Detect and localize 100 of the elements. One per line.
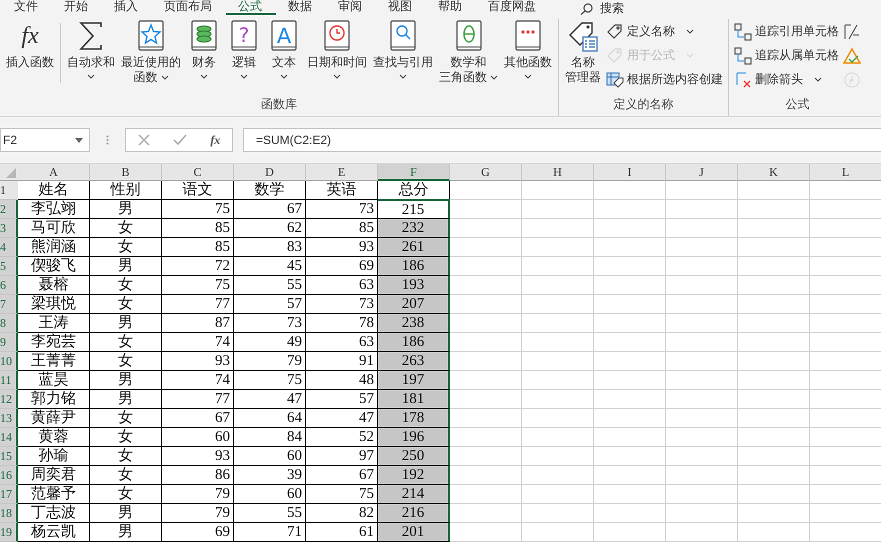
empty-cell[interactable] [666, 200, 738, 219]
column-header[interactable]: F [378, 164, 450, 181]
ribbon-tab[interactable]: 文件 [2, 0, 52, 15]
empty-cell[interactable] [666, 257, 738, 276]
empty-cell[interactable] [738, 466, 810, 485]
empty-cell[interactable] [594, 238, 666, 257]
row-header[interactable]: 12 [0, 390, 18, 409]
column-header[interactable]: I [594, 164, 666, 181]
ribbon-button[interactable]: 数学和 三角函数 [436, 19, 501, 85]
ribbon-tab[interactable]: 公式 [226, 0, 276, 15]
empty-cell[interactable] [666, 333, 738, 352]
empty-cell[interactable] [666, 504, 738, 523]
empty-cell[interactable] [594, 523, 666, 542]
empty-cell[interactable] [594, 485, 666, 504]
row-header[interactable]: 4 [0, 238, 18, 257]
empty-cell[interactable] [666, 428, 738, 447]
column-header[interactable]: E [306, 164, 378, 181]
empty-cell[interactable] [666, 466, 738, 485]
row-header[interactable]: 14 [0, 428, 18, 447]
empty-cell[interactable] [738, 390, 810, 409]
ribbon-button[interactable]: 自动求和 [64, 19, 118, 79]
empty-cell[interactable] [522, 504, 594, 523]
empty-cell[interactable] [666, 276, 738, 295]
column-header[interactable]: H [522, 164, 594, 181]
ribbon-button[interactable]: ? 逻辑 [224, 19, 264, 79]
empty-cell[interactable] [522, 523, 594, 542]
empty-cell[interactable] [594, 371, 666, 390]
empty-cell[interactable] [738, 333, 810, 352]
row-header[interactable]: 19 [0, 523, 18, 542]
ribbon-button[interactable]: 名称 管理器 [562, 19, 604, 85]
ribbon-button[interactable]: 其他函数 [501, 19, 555, 79]
row-header[interactable]: 15 [0, 447, 18, 466]
empty-cell[interactable] [522, 466, 594, 485]
cancel-icon[interactable] [138, 134, 150, 146]
empty-cell[interactable] [738, 257, 810, 276]
ribbon-tab[interactable]: 帮助 [426, 0, 476, 15]
empty-cell[interactable] [522, 447, 594, 466]
empty-cell[interactable] [594, 276, 666, 295]
ribbon-button[interactable]: 最近使用的 函数 [118, 19, 184, 85]
empty-cell[interactable] [738, 371, 810, 390]
empty-cell[interactable] [522, 352, 594, 371]
empty-cell[interactable] [666, 295, 738, 314]
empty-cell[interactable] [522, 219, 594, 238]
empty-cell[interactable] [522, 390, 594, 409]
empty-cell[interactable] [738, 295, 810, 314]
row-header[interactable]: 16 [0, 466, 18, 485]
empty-cell[interactable] [666, 371, 738, 390]
empty-cell[interactable] [666, 523, 738, 542]
empty-cell[interactable] [522, 200, 594, 219]
empty-cell[interactable] [666, 219, 738, 238]
ribbon-button[interactable]: 定义名称 [604, 21, 725, 42]
row-header[interactable]: 3 [0, 219, 18, 238]
ribbon-button[interactable]: 查找与引用 [370, 19, 436, 79]
select-all-icon[interactable] [6, 168, 16, 178]
empty-cell[interactable] [522, 295, 594, 314]
empty-cell[interactable] [738, 485, 810, 504]
ribbon-button[interactable]: 根据所选内容创建 [604, 69, 725, 90]
empty-cell[interactable] [522, 238, 594, 257]
column-header[interactable]: C [162, 164, 234, 181]
empty-cell[interactable] [594, 466, 666, 485]
insert-function-button[interactable]: fx [210, 132, 220, 148]
row-header[interactable]: 8 [0, 314, 18, 333]
ribbon-button[interactable]: 日期和时间 [304, 19, 370, 79]
ribbon-tab[interactable]: 开始 [52, 0, 102, 15]
ribbon-tab[interactable]: 页面布局 [152, 0, 226, 15]
empty-cell[interactable] [738, 238, 810, 257]
column-header[interactable]: B [90, 164, 162, 181]
empty-cell[interactable] [594, 504, 666, 523]
row-header[interactable]: 2 [0, 200, 18, 219]
row-header[interactable]: 18 [0, 504, 18, 523]
ribbon-tab[interactable]: 视图 [376, 0, 426, 15]
empty-cell[interactable] [522, 314, 594, 333]
ribbon-button[interactable]: 追踪引用单元格 [732, 21, 841, 42]
empty-cell[interactable] [522, 333, 594, 352]
empty-cell[interactable] [738, 352, 810, 371]
ribbon-button[interactable]: 财务 [184, 19, 224, 79]
column-header[interactable]: D [234, 164, 306, 181]
column-header[interactable]: J [666, 164, 738, 181]
empty-cell[interactable] [594, 333, 666, 352]
ribbon-tab[interactable]: 插入 [102, 0, 152, 15]
empty-cell[interactable] [594, 447, 666, 466]
ribbon-button[interactable]: A 文本 [264, 19, 304, 79]
empty-cell[interactable] [594, 409, 666, 428]
column-header[interactable]: G [450, 164, 522, 181]
empty-cell[interactable] [666, 409, 738, 428]
name-box[interactable]: F2 [0, 128, 90, 152]
empty-cell[interactable] [738, 409, 810, 428]
empty-cell[interactable] [738, 219, 810, 238]
empty-cell[interactable] [666, 181, 738, 200]
empty-cell[interactable] [522, 371, 594, 390]
row-header[interactable]: 9 [0, 333, 18, 352]
column-header[interactable]: A [18, 164, 90, 181]
empty-cell[interactable] [738, 200, 810, 219]
column-header[interactable]: K [738, 164, 810, 181]
column-header[interactable]: L [810, 164, 881, 181]
empty-cell[interactable] [738, 276, 810, 295]
ribbon-button[interactable]: 删除箭头 [732, 69, 841, 90]
empty-cell[interactable] [594, 181, 666, 200]
empty-cell[interactable] [522, 181, 594, 200]
empty-cell[interactable] [666, 238, 738, 257]
